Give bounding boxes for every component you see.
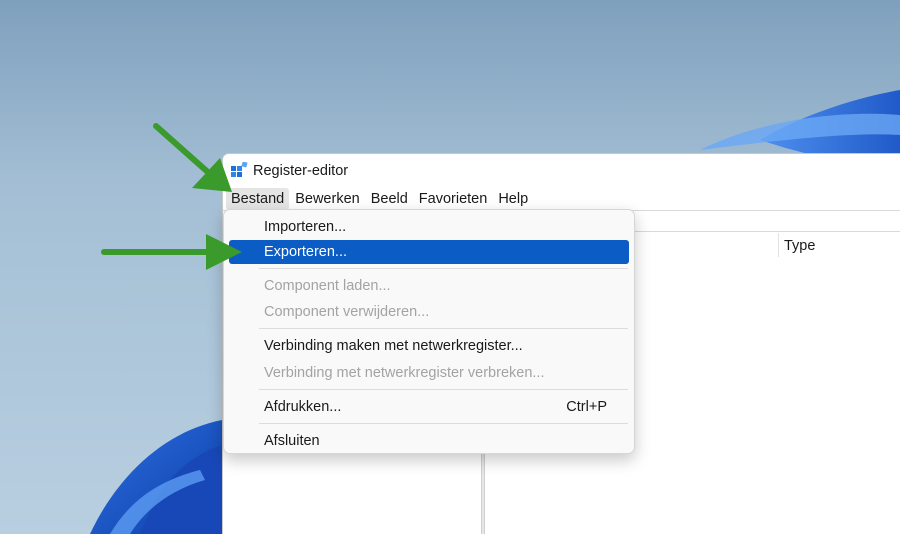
menu-item-label: Afdrukken... — [264, 399, 342, 415]
menu-item-verbinding-verbreken: Verbinding met netwerkregister verbreken… — [229, 361, 629, 385]
menu-bewerken[interactable]: Bewerken — [290, 188, 364, 210]
column-divider[interactable] — [778, 233, 779, 257]
menu-item-afdrukken[interactable]: Afdrukken... Ctrl+P — [229, 395, 629, 419]
menu-item-verbinding-maken[interactable]: Verbinding maken met netwerkregister... — [229, 334, 629, 358]
menu-item-label: Afsluiten — [264, 433, 320, 449]
file-menu-dropdown: Importeren... Exporteren... Component la… — [223, 209, 635, 454]
menu-item-label: Importeren... — [264, 219, 347, 235]
menu-item-label: Component laden... — [264, 278, 391, 294]
menu-bar: Bestand Bewerken Beeld Favorieten Help — [223, 188, 900, 210]
menu-item-label: Component verwijderen... — [264, 304, 430, 320]
menu-item-afsluiten[interactable]: Afsluiten — [229, 429, 629, 453]
menu-favorieten[interactable]: Favorieten — [414, 188, 493, 210]
menu-item-label: Verbinding maken met netwerkregister... — [264, 338, 523, 354]
green-arrow-menu-icon — [153, 123, 232, 192]
menu-item-component-laden: Component laden... — [229, 274, 629, 298]
menu-separator — [259, 423, 628, 424]
menu-help[interactable]: Help — [493, 188, 533, 210]
menu-separator — [259, 328, 628, 329]
pane-splitter[interactable] — [481, 454, 485, 534]
title-bar: Register-editor — [223, 154, 900, 188]
menu-item-label: Verbinding met netwerkregister verbreken… — [264, 365, 545, 381]
desktop-wallpaper: Register-editor Bestand Bewerken Beeld F… — [0, 0, 900, 534]
menu-beeld[interactable]: Beeld — [366, 188, 413, 210]
menu-item-component-verwijderen: Component verwijderen... — [229, 300, 629, 324]
menu-item-exporteren[interactable]: Exporteren... — [229, 240, 629, 264]
menu-separator — [259, 268, 628, 269]
column-header-type[interactable]: Type — [784, 238, 815, 254]
menu-separator — [259, 389, 628, 390]
menu-item-importeren[interactable]: Importeren... — [229, 215, 629, 239]
menu-item-label: Exporteren... — [264, 244, 348, 260]
green-arrow-export-icon — [101, 234, 242, 270]
window-title: Register-editor — [253, 163, 349, 179]
menu-item-shortcut: Ctrl+P — [566, 399, 607, 415]
